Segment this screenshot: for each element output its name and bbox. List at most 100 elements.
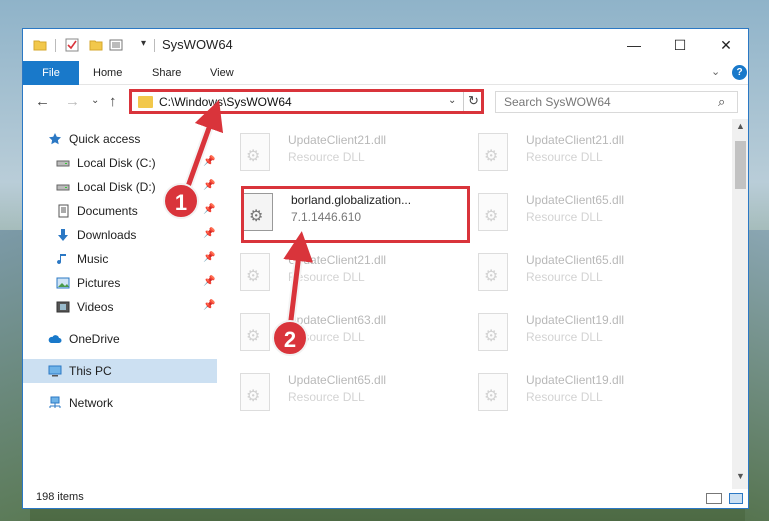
up-arrow-icon[interactable]: ↑ (109, 93, 117, 110)
tab-file[interactable]: File (23, 61, 79, 85)
dll-file-icon (240, 313, 270, 351)
music-icon (57, 254, 66, 265)
dll-file-icon (478, 253, 508, 291)
file-item[interactable]: UpdateClient63.dll Resource DLL (226, 309, 456, 357)
documents-icon (58, 204, 69, 218)
pin-icon[interactable]: 📌 (203, 156, 215, 167)
pin-icon[interactable]: 📌 (203, 300, 215, 311)
sidebar-item-label: Network (69, 396, 114, 410)
drive-icon (56, 160, 70, 167)
network-icon (49, 396, 61, 408)
ribbon-tabs: File Home Share View ⌄ ? (23, 61, 748, 85)
title-bar: ▾ SysWOW64 — ☐ ✕ (23, 29, 748, 61)
maximize-button[interactable]: ☐ (657, 29, 703, 61)
view-options-icon[interactable] (109, 38, 123, 52)
forward-arrow-icon[interactable]: → (65, 93, 80, 110)
sidebar-item-onedrive[interactable]: OneDrive (23, 327, 217, 351)
sidebar-item-quick-access[interactable]: Quick access (23, 127, 217, 151)
item-count: 198 items (36, 491, 84, 503)
address-separator (463, 92, 464, 111)
sidebar-item-label: Local Disk (C:) (77, 156, 156, 170)
sidebar-item-network[interactable]: Network (23, 391, 217, 415)
step-badge-1: 1 (163, 183, 199, 219)
file-name: UpdateClient65.dll (288, 373, 387, 387)
sidebar-item-label: Music (77, 252, 109, 266)
star-icon (49, 133, 61, 145)
file-name: UpdateClient21.dll (288, 253, 387, 267)
recent-locations-icon[interactable]: ⌄ (91, 95, 99, 106)
title-separator (154, 39, 155, 52)
download-icon (58, 229, 68, 241)
file-list: UpdateClient21.dll Resource DLL borland.… (226, 119, 731, 489)
sidebar-item-label: OneDrive (69, 332, 120, 346)
tab-home[interactable]: Home (93, 61, 122, 85)
customize-quick-access-icon[interactable]: ▾ (141, 38, 146, 49)
file-item[interactable]: UpdateClient21.dll Resource DLL (226, 249, 456, 297)
file-item[interactable]: UpdateClient19.dll Resource DLL (464, 369, 694, 417)
scroll-thumb[interactable] (735, 141, 746, 189)
file-name: UpdateClient21.dll (288, 133, 387, 147)
properties-check-icon[interactable] (65, 38, 79, 52)
navigation-pane: Quick access Local Disk (C:) 📌 Local Dis… (23, 119, 217, 489)
dll-file-icon (478, 373, 508, 411)
details-view-icon[interactable] (706, 493, 722, 504)
quick-access-separator (55, 39, 56, 52)
minimize-button[interactable]: — (611, 29, 657, 61)
folder-icon[interactable] (33, 38, 47, 52)
file-description: Resource DLL (526, 270, 603, 284)
file-explorer-window: ▾ SysWOW64 — ☐ ✕ File Home Share View ⌄ … (22, 28, 749, 509)
close-button[interactable]: ✕ (703, 29, 748, 61)
search-placeholder[interactable]: Search SysWOW64 (504, 95, 611, 109)
sidebar-item-videos[interactable]: Videos 📌 (23, 295, 217, 319)
sidebar-item-pictures[interactable]: Pictures 📌 (23, 271, 217, 295)
file-description: Resource DLL (288, 390, 365, 404)
scroll-down-icon[interactable]: ▼ (736, 471, 745, 481)
folder-icon (138, 96, 153, 108)
sidebar-item-label: Local Disk (D:) (77, 180, 156, 194)
refresh-icon[interactable]: ↻ (468, 93, 479, 109)
window-title: SysWOW64 (162, 37, 233, 52)
step-badge-2: 2 (272, 320, 308, 356)
pin-icon[interactable]: 📌 (203, 252, 215, 263)
tab-view[interactable]: View (210, 61, 234, 85)
pin-icon[interactable]: 📌 (203, 276, 215, 287)
search-box[interactable]: Search SysWOW64 ⌕ (495, 91, 738, 113)
sidebar-item-this-pc[interactable]: This PC (23, 359, 217, 383)
address-bar[interactable]: C:\Windows\SysWOW64 ⌄ ↻ (129, 89, 484, 114)
new-folder-icon[interactable] (89, 38, 103, 52)
address-dropdown-icon[interactable]: ⌄ (448, 95, 456, 106)
file-description: Resource DLL (526, 330, 603, 344)
pin-icon[interactable]: 📌 (203, 204, 215, 215)
file-item[interactable]: UpdateClient65.dll Resource DLL (464, 189, 694, 237)
file-description: Resource DLL (526, 390, 603, 404)
file-item[interactable]: UpdateClient65.dll Resource DLL (226, 369, 456, 417)
address-path[interactable]: C:\Windows\SysWOW64 (159, 95, 292, 109)
search-icon[interactable]: ⌕ (718, 94, 725, 110)
file-item[interactable]: UpdateClient21.dll Resource DLL (226, 129, 456, 177)
sidebar-item-local-disk-c[interactable]: Local Disk (C:) 📌 (23, 151, 217, 175)
sidebar-item-downloads[interactable]: Downloads 📌 (23, 223, 217, 247)
drive-icon (56, 184, 70, 191)
scroll-up-icon[interactable]: ▲ (736, 121, 745, 131)
file-description: Resource DLL (288, 270, 365, 284)
file-item[interactable]: UpdateClient19.dll Resource DLL (464, 309, 694, 357)
file-description: Resource DLL (526, 210, 603, 224)
dll-file-icon (240, 253, 270, 291)
pin-icon[interactable]: 📌 (203, 228, 215, 239)
help-icon[interactable]: ? (732, 65, 747, 80)
vertical-scrollbar[interactable]: ▲ ▼ (732, 119, 748, 489)
sidebar-item-label: Pictures (77, 276, 121, 290)
navigation-bar: ← → ⌄ ↑ C:\Windows\SysWOW64 ⌄ ↻ Search S… (23, 85, 748, 119)
tab-share[interactable]: Share (152, 61, 181, 85)
sidebar-item-label: Documents (77, 204, 138, 218)
videos-icon (56, 301, 70, 313)
tiles-view-icon[interactable] (729, 493, 743, 504)
file-item[interactable]: UpdateClient21.dll Resource DLL (464, 129, 694, 177)
back-arrow-icon[interactable]: ← (35, 93, 50, 110)
pin-icon[interactable]: 📌 (203, 180, 215, 191)
sidebar-item-music[interactable]: Music 📌 (23, 247, 217, 271)
expand-ribbon-icon[interactable]: ⌄ (711, 65, 720, 78)
dll-file-icon (478, 193, 508, 231)
status-bar: 198 items (23, 489, 748, 508)
file-item[interactable]: UpdateClient65.dll Resource DLL (464, 249, 694, 297)
